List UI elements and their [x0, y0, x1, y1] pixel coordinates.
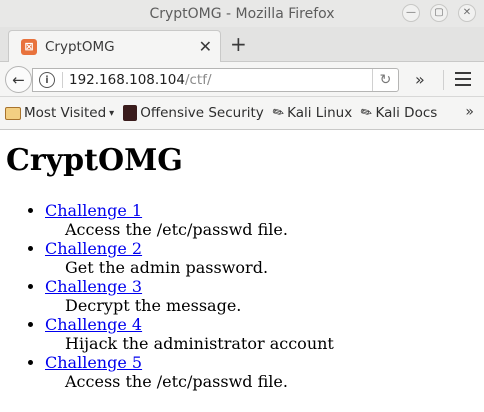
- bookmark-kali-linux[interactable]: ✎ Kali Linux: [269, 103, 353, 123]
- window-title: CryptOMG - Mozilla Firefox: [149, 5, 335, 22]
- toolbar-overflow-icon[interactable]: »: [415, 70, 425, 89]
- minimize-icon[interactable]: —: [402, 4, 420, 22]
- challenge-description: Decrypt the message.: [65, 296, 242, 315]
- bookmark-label: Kali Linux: [287, 105, 353, 121]
- challenge-1-link[interactable]: Challenge 1: [45, 201, 142, 220]
- url-host: 192.168.108.104: [69, 72, 185, 88]
- list-item: Challenge 5 Access the /etc/passwd file.: [45, 353, 334, 391]
- chevron-down-icon: ▾: [109, 107, 115, 119]
- folder-icon: [5, 106, 21, 120]
- site-info-icon[interactable]: i: [39, 72, 55, 88]
- bookmark-label: Offensive Security: [140, 105, 264, 121]
- tab-strip: ⊠ CryptOMG ✕ +: [0, 27, 484, 62]
- challenge-description: Hijack the administrator account: [65, 334, 334, 353]
- challenge-3-link[interactable]: Challenge 3: [45, 277, 142, 296]
- list-item: Challenge 2 Get the admin password.: [45, 239, 334, 277]
- list-item: Challenge 3 Decrypt the message.: [45, 277, 334, 315]
- challenge-2-link[interactable]: Challenge 2: [45, 239, 142, 258]
- challenge-list: Challenge 1 Access the /etc/passwd file.…: [45, 201, 334, 391]
- list-item: Challenge 1 Access the /etc/passwd file.: [45, 201, 334, 239]
- challenge-description: Access the /etc/passwd file.: [65, 220, 288, 239]
- bookmarks-overflow-icon[interactable]: »: [465, 104, 474, 120]
- close-icon[interactable]: ✕: [458, 4, 476, 22]
- maximize-icon[interactable]: ▢: [430, 4, 448, 22]
- page-title: CryptOMG: [6, 143, 183, 178]
- window-titlebar: CryptOMG - Mozilla Firefox — ▢ ✕: [0, 0, 484, 27]
- bookmark-label: Kali Docs: [375, 105, 438, 121]
- kali-dragon-icon: ✎: [357, 103, 376, 123]
- url-separator: [62, 72, 63, 88]
- challenge-description: Access the /etc/passwd file.: [65, 372, 288, 391]
- back-arrow-icon: ←: [12, 70, 25, 89]
- navigation-bar: ← i 192.168.108.104/ctf/ ↻ »: [0, 62, 484, 97]
- back-button[interactable]: ←: [5, 66, 32, 93]
- challenge-5-link[interactable]: Challenge 5: [45, 353, 142, 372]
- tab-cryptomg[interactable]: ⊠ CryptOMG ✕: [8, 30, 221, 62]
- window-controls: — ▢ ✕: [402, 4, 476, 22]
- new-tab-button[interactable]: +: [230, 34, 247, 54]
- offsec-icon: [123, 105, 138, 121]
- url-text[interactable]: 192.168.108.104/ctf/: [69, 72, 372, 88]
- url-path: /ctf/: [184, 72, 212, 88]
- tab-title: CryptOMG: [45, 38, 115, 55]
- page-content: CryptOMG Challenge 1 Access the /etc/pas…: [0, 131, 484, 412]
- xampp-favicon-icon: ⊠: [21, 38, 37, 55]
- challenge-4-link[interactable]: Challenge 4: [45, 315, 142, 334]
- bookmark-offensive-security[interactable]: Offensive Security: [123, 105, 264, 121]
- bookmark-kali-docs[interactable]: ✎ Kali Docs: [357, 103, 438, 123]
- url-bar[interactable]: i 192.168.108.104/ctf/ ↻: [32, 68, 399, 92]
- kali-dragon-icon: ✎: [269, 103, 288, 123]
- hamburger-menu-icon[interactable]: [455, 72, 471, 86]
- challenge-description: Get the admin password.: [65, 258, 269, 277]
- bookmarks-toolbar: Most Visited ▾ Offensive Security ✎ Kali…: [0, 97, 484, 130]
- bookmark-label: Most Visited: [24, 105, 107, 121]
- toolbar-divider: [443, 70, 444, 90]
- list-item: Challenge 4 Hijack the administrator acc…: [45, 315, 334, 353]
- bookmark-most-visited[interactable]: Most Visited ▾: [5, 105, 114, 121]
- tab-close-icon[interactable]: ✕: [199, 37, 212, 56]
- reload-icon[interactable]: ↻: [372, 69, 398, 91]
